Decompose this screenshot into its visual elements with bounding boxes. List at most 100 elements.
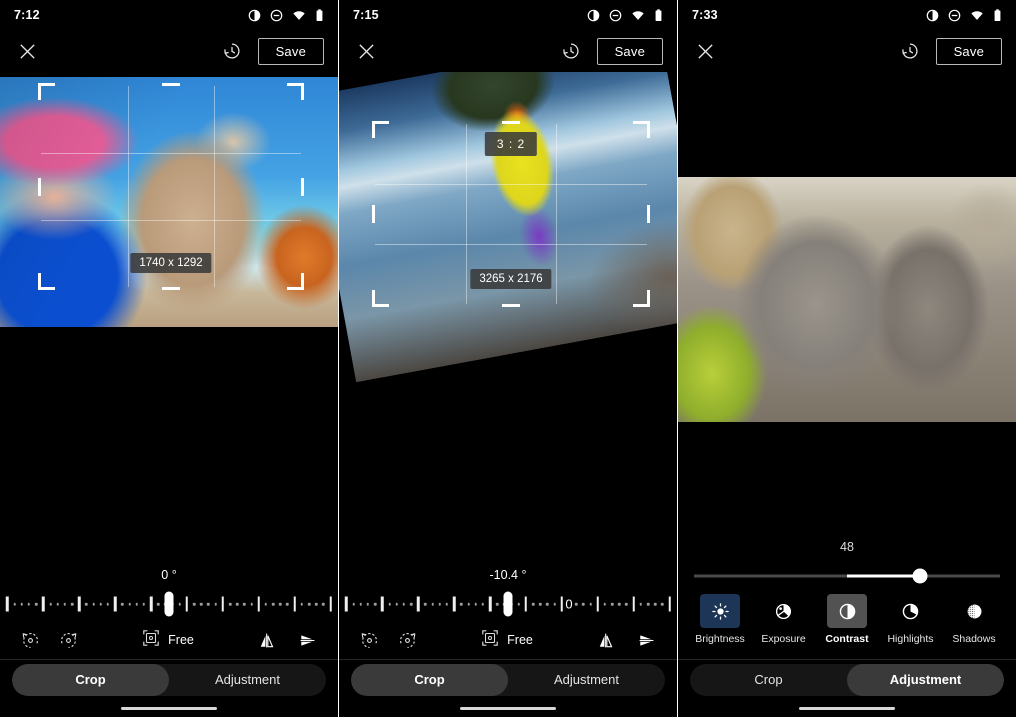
crop-handle-bottom[interactable]	[502, 304, 520, 307]
dial-tick-minor	[207, 602, 210, 606]
crop-handle-top-right[interactable]	[633, 121, 650, 138]
dial-tick-minor	[618, 602, 621, 606]
adjustment-item-contrast[interactable]: Contrast	[819, 594, 875, 645]
crop-handle-left[interactable]	[372, 205, 375, 223]
tab-group: Crop Adjustment	[12, 663, 326, 696]
dial-tick-major	[452, 596, 456, 612]
adjustment-label: Brightness	[695, 633, 745, 645]
tab-crop[interactable]: Crop	[12, 663, 169, 696]
dial-tick-minor	[56, 602, 59, 606]
status-bar: 7:15	[339, 0, 677, 30]
dial-tick-minor	[646, 602, 650, 606]
dial-tick-minor	[27, 602, 31, 606]
rotate-left-icon[interactable]	[355, 626, 383, 654]
dial-tick-minor	[300, 602, 304, 606]
adjustment-item-highlights[interactable]: Highlights	[883, 594, 939, 645]
contrast-theme-icon	[587, 9, 600, 22]
crop-grid-line	[41, 219, 301, 221]
status-clock: 7:12	[14, 8, 40, 22]
rotate-right-icon[interactable]	[393, 626, 421, 654]
dial-tick-minor	[366, 602, 370, 606]
crop-handle-bottom-right[interactable]	[633, 290, 650, 307]
dial-tick-minor	[20, 602, 24, 606]
tab-crop[interactable]: Crop	[351, 663, 508, 696]
flip-horizontal-icon[interactable]	[593, 626, 621, 654]
dial-tick-minor	[178, 602, 182, 606]
crop-handle-top-right[interactable]	[287, 83, 304, 100]
home-indicator	[460, 706, 556, 710]
crop-handle-top-left[interactable]	[38, 83, 55, 100]
flip-horizontal-icon[interactable]	[254, 626, 282, 654]
save-button[interactable]: Save	[257, 37, 324, 65]
tab-group: Crop Adjustment	[351, 663, 665, 696]
history-clock-icon[interactable]	[559, 39, 583, 63]
crop-handle-top[interactable]	[502, 121, 520, 124]
home-indicator	[121, 706, 217, 710]
rotation-angle-readout: 0 °	[161, 568, 177, 582]
dial-tick-minor	[13, 602, 16, 606]
tab-crop[interactable]: Crop	[690, 664, 847, 696]
dial-tick-major	[113, 596, 117, 612]
dial-tick-minor	[574, 602, 578, 606]
crop-controls: -10.4 ° 0 Free	[339, 567, 677, 660]
dial-tick-minor	[589, 602, 592, 606]
adjustment-item-shadows[interactable]: Shadows	[946, 594, 1002, 645]
crop-frame[interactable]: 3 : 2 3265 x 2176	[372, 121, 650, 307]
dial-tick-major	[6, 596, 9, 612]
aspect-ratio-button[interactable]: Free	[481, 629, 533, 652]
close-icon[interactable]	[692, 38, 718, 64]
crop-handle-bottom-right[interactable]	[287, 273, 304, 290]
slider-thumb[interactable]	[912, 568, 928, 584]
dial-thumb[interactable]	[164, 591, 174, 617]
rotation-dial[interactable]	[0, 591, 338, 617]
aspect-ratio-button[interactable]: Free	[142, 629, 194, 652]
history-clock-icon[interactable]	[898, 39, 922, 63]
tab-adjustment[interactable]: Adjustment	[169, 664, 326, 696]
adjustment-item-brightness[interactable]: Brightness	[692, 594, 748, 645]
crop-grid-line	[214, 86, 216, 287]
dial-tick-major	[596, 596, 599, 612]
crop-handle-bottom-left[interactable]	[372, 290, 389, 307]
shadows-icon	[954, 594, 994, 628]
brightness-sun-icon	[700, 594, 740, 628]
contrast-icon	[827, 594, 867, 628]
aspect-ratio-label: Free	[168, 633, 194, 647]
panel-crop-camel: 7:12 Save 1740 x 1292 0 ° Free Crop Adju…	[0, 0, 338, 717]
rotate-left-icon[interactable]	[16, 626, 44, 654]
adjustment-item-exposure[interactable]: Exposure	[756, 594, 812, 645]
crop-handle-bottom-left[interactable]	[38, 273, 55, 290]
close-icon[interactable]	[353, 38, 379, 64]
adjustment-slider[interactable]	[694, 566, 1000, 586]
crop-canvas[interactable]: 3 : 2 3265 x 2176	[339, 72, 677, 567]
flip-vertical-icon[interactable]	[633, 626, 661, 654]
save-button[interactable]: Save	[596, 37, 663, 65]
wifi-icon	[292, 9, 306, 22]
history-clock-icon[interactable]	[220, 39, 244, 63]
status-clock: 7:33	[692, 8, 718, 22]
close-icon[interactable]	[14, 38, 40, 64]
dial-tick-minor	[546, 602, 549, 606]
flip-vertical-icon[interactable]	[294, 626, 322, 654]
highlights-icon	[891, 594, 931, 628]
dial-thumb[interactable]	[503, 591, 513, 617]
crop-canvas[interactable]: 1740 x 1292	[0, 72, 338, 567]
tab-adjustment[interactable]: Adjustment	[508, 664, 665, 696]
dial-tick-minor	[359, 602, 363, 606]
crop-handle-right[interactable]	[647, 205, 650, 223]
crop-handle-left[interactable]	[38, 177, 41, 196]
preview-canvas[interactable]	[678, 72, 1016, 567]
dial-tick-minor	[70, 602, 74, 606]
crop-tool-row: Free	[339, 623, 677, 657]
adjustment-controls: 48 Brightness Exposure Contrast Highligh…	[678, 540, 1016, 660]
crop-handle-bottom[interactable]	[162, 287, 180, 290]
crop-handle-top-left[interactable]	[372, 121, 389, 138]
rotation-dial[interactable]: 0	[339, 591, 677, 617]
crop-frame[interactable]: 1740 x 1292	[38, 83, 304, 290]
tab-adjustment[interactable]: Adjustment	[847, 663, 1004, 696]
crop-handle-top[interactable]	[162, 83, 180, 86]
crop-handle-right[interactable]	[301, 177, 304, 196]
save-button[interactable]: Save	[935, 37, 1002, 65]
home-indicator	[799, 706, 895, 710]
rotate-right-icon[interactable]	[54, 626, 82, 654]
status-icons	[587, 8, 663, 22]
